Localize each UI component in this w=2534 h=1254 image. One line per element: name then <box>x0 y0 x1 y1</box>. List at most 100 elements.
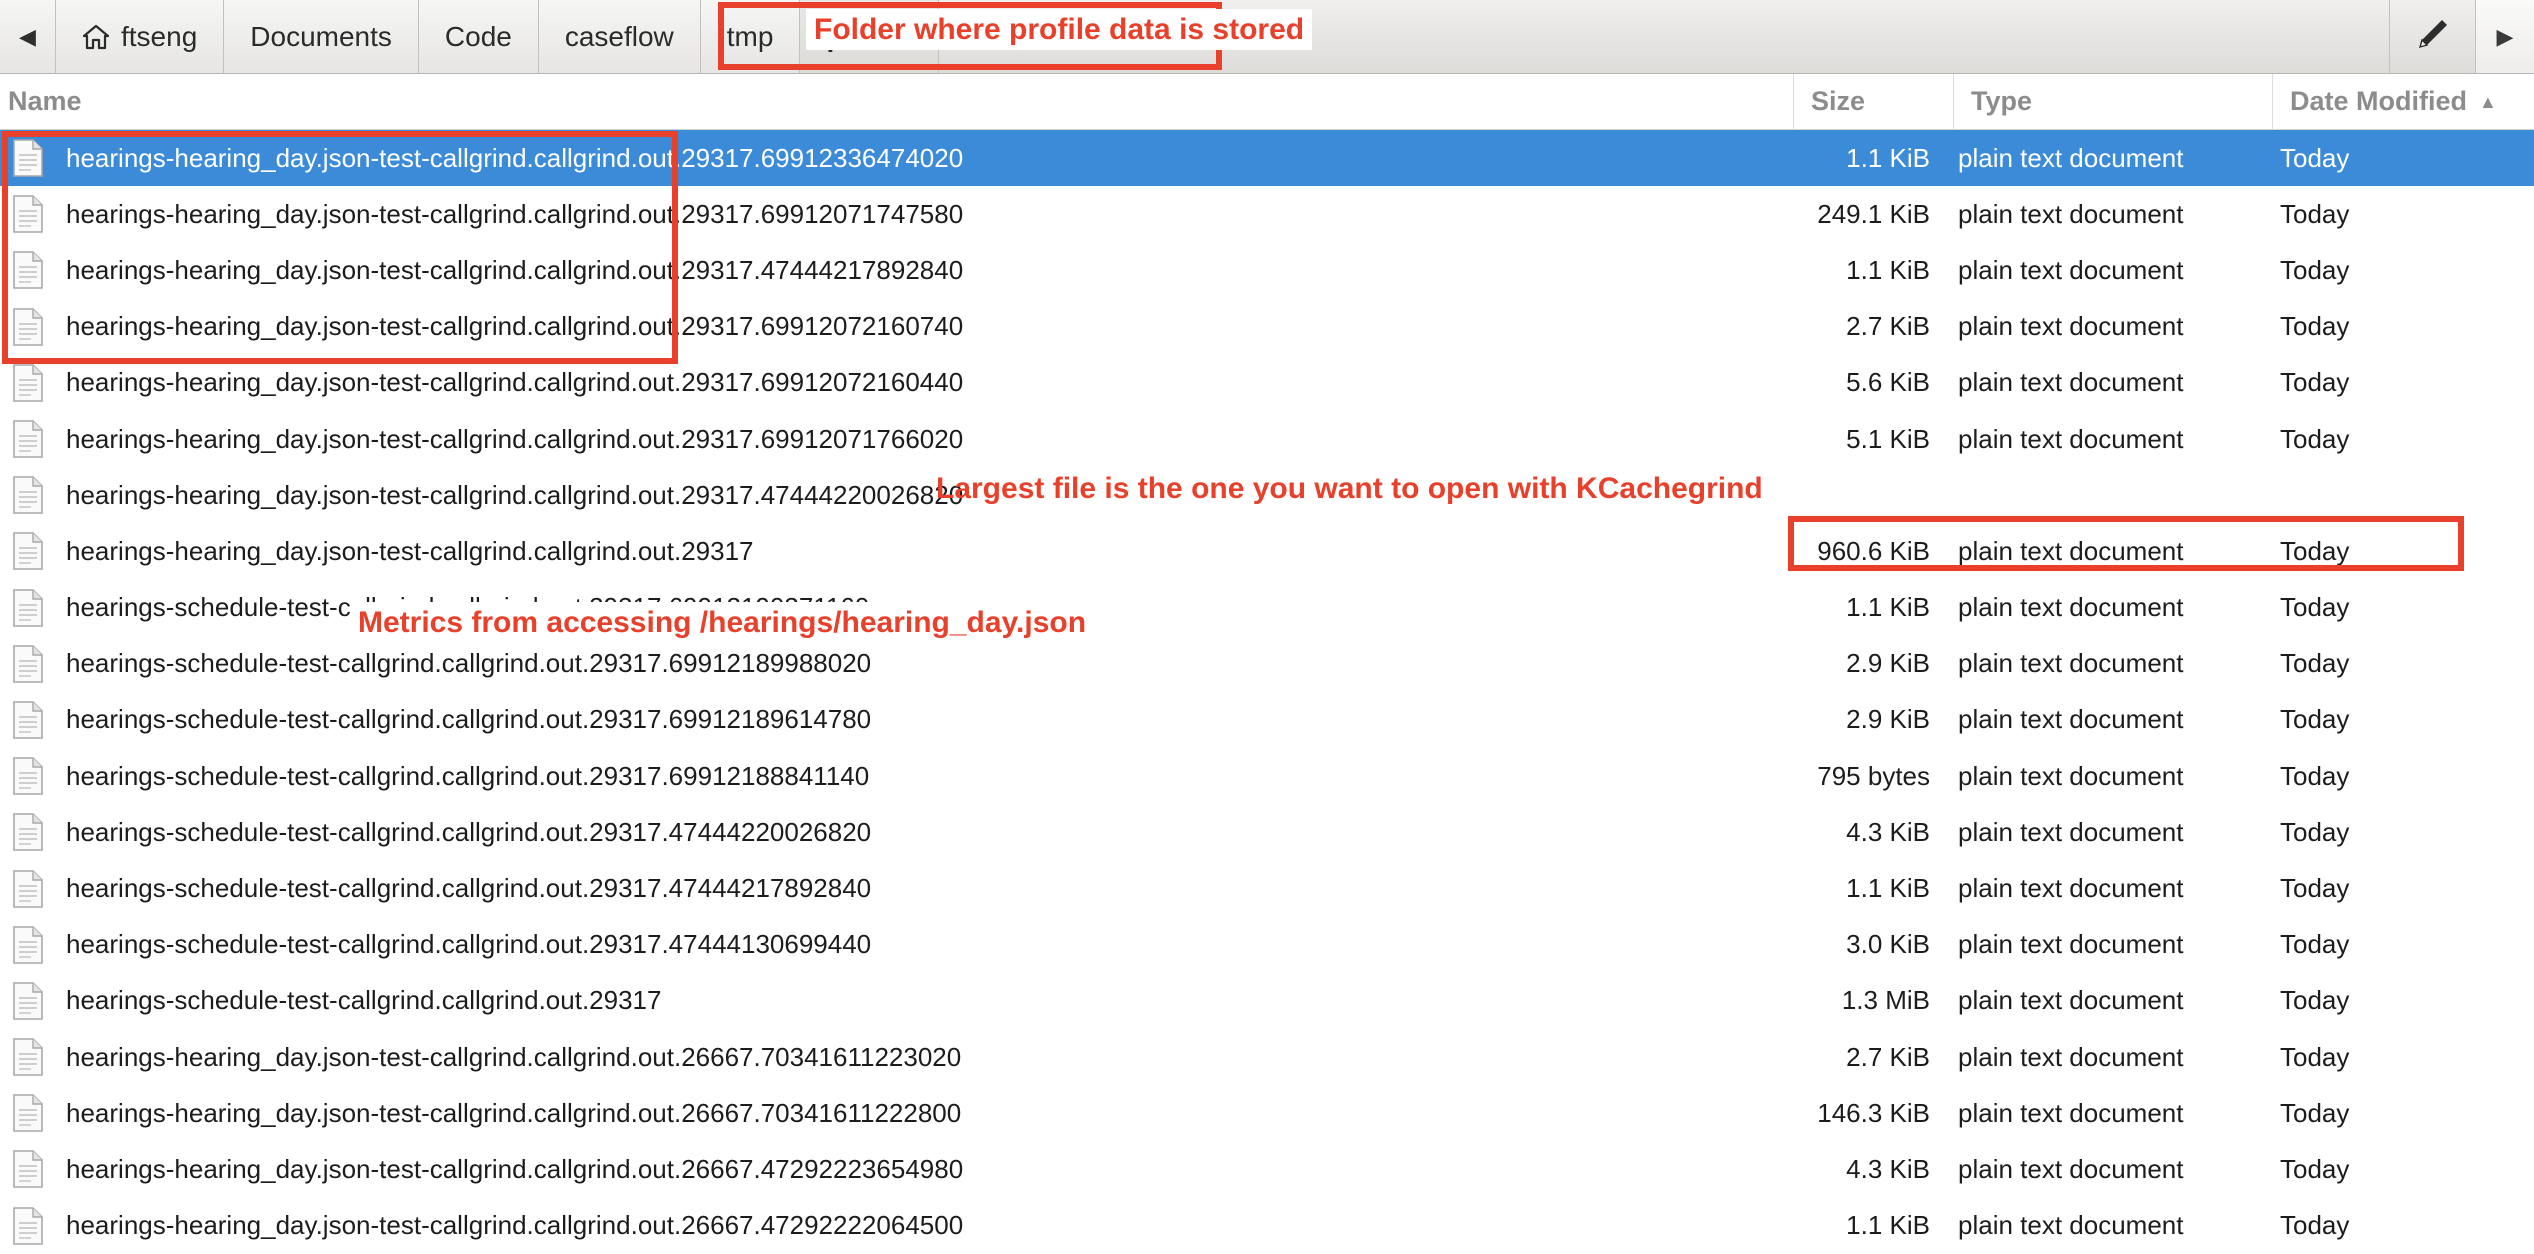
file-size: 146.3 KiB <box>1817 1097 1930 1128</box>
sort-ascending-icon: ▲ <box>2479 91 2497 112</box>
file-date-modified: Today <box>2280 423 2350 454</box>
file-row[interactable]: hearings-schedule-test-callgrind.callgri… <box>0 804 2534 861</box>
file-size: 2.7 KiB <box>1846 311 1930 342</box>
file-date-modified: Today <box>2280 367 2350 398</box>
file-date-modified: Today <box>2280 985 2350 1016</box>
text-file-icon <box>13 869 43 908</box>
file-row[interactable]: hearings-hearing_day.json-test-callgrind… <box>0 1085 2534 1142</box>
file-date-modified: Today <box>2280 1097 2350 1128</box>
breadcrumb-item-caseflow[interactable]: caseflow <box>538 0 701 73</box>
file-type: plain text document <box>1958 760 2184 791</box>
edit-location-button[interactable] <box>2390 0 2476 73</box>
file-type: plain text document <box>1958 704 2184 735</box>
file-size: 2.9 KiB <box>1846 704 1930 735</box>
breadcrumb-label: caseflow <box>564 20 674 52</box>
text-file-icon <box>13 139 43 177</box>
text-file-icon <box>13 251 43 290</box>
annotation-text-path-note: Folder where profile data is stored <box>806 9 1313 50</box>
file-date-modified: Today <box>2280 929 2350 960</box>
file-size: 960.6 KiB <box>1817 535 1930 566</box>
file-type: plain text document <box>1958 254 2184 285</box>
breadcrumb-label: ftseng <box>121 20 198 52</box>
file-row[interactable]: hearings-schedule-test-callgrind.callgri… <box>0 916 2534 973</box>
file-name: hearings-hearing_day.json-test-callgrind… <box>66 1041 962 1072</box>
text-file-icon <box>13 476 43 515</box>
file-name: hearings-hearing_day.json-test-callgrind… <box>66 198 964 229</box>
file-name: hearings-hearing_day.json-test-callgrind… <box>66 535 754 566</box>
file-row[interactable]: hearings-hearing_day.json-test-callgrind… <box>0 410 2534 468</box>
file-name: hearings-hearing_day.json-test-callgrind… <box>66 1210 964 1241</box>
file-type: plain text document <box>1958 648 2184 679</box>
file-date-modified: Today <box>2280 254 2350 285</box>
file-row[interactable]: hearings-hearing_day.json-test-callgrind… <box>0 298 2534 355</box>
file-date-modified: Today <box>2280 1153 2350 1184</box>
file-type: plain text document <box>1958 929 2184 960</box>
file-name: hearings-hearing_day.json-test-callgrind… <box>66 311 964 342</box>
file-size: 1.3 MiB <box>1841 985 1930 1016</box>
breadcrumb-item-documents[interactable]: Documents <box>224 0 419 73</box>
file-type: plain text document <box>1958 1210 2184 1241</box>
back-button[interactable]: ◀ <box>0 0 56 73</box>
text-file-icon <box>13 420 43 458</box>
file-type: plain text document <box>1958 142 2184 173</box>
file-date-modified: Today <box>2280 311 2350 342</box>
text-file-icon <box>13 195 43 234</box>
file-size: 795 bytes <box>1817 760 1930 791</box>
file-row[interactable]: hearings-hearing_day.json-test-callgrind… <box>0 354 2534 411</box>
file-name: hearings-hearing_day.json-test-callgrind… <box>66 423 964 454</box>
file-row[interactable]: hearings-schedule-test-callgrind.callgri… <box>0 635 2534 692</box>
file-name: hearings-hearing_day.json-test-callgrind… <box>66 142 964 173</box>
breadcrumb-item-ftseng[interactable]: ftseng <box>56 0 225 73</box>
file-date-modified: Today <box>2280 816 2350 847</box>
file-name: hearings-schedule-test-callgrind.callgri… <box>66 760 870 791</box>
file-size: 5.1 KiB <box>1846 423 1930 454</box>
file-name: hearings-hearing_day.json-test-callgrind… <box>66 254 964 285</box>
text-file-icon <box>13 757 43 795</box>
breadcrumb-label: Documents <box>250 20 392 52</box>
text-file-icon <box>13 813 43 852</box>
file-type: plain text document <box>1958 198 2184 229</box>
file-row[interactable]: hearings-hearing_day.json-test-callgrind… <box>0 523 2534 580</box>
file-date-modified: Today <box>2280 592 2350 623</box>
file-row[interactable]: hearings-hearing_day.json-test-callgrind… <box>0 1029 2534 1086</box>
file-name: hearings-schedule-test-callgrind.callgri… <box>66 985 662 1016</box>
column-header-size-label: Size <box>1811 86 1866 116</box>
text-file-icon <box>13 588 43 627</box>
file-type: plain text document <box>1958 592 2184 623</box>
file-size: 2.9 KiB <box>1846 648 1930 679</box>
text-file-icon <box>13 532 43 571</box>
file-type: plain text document <box>1958 311 2184 342</box>
text-file-icon <box>13 1206 43 1245</box>
breadcrumb-item-code[interactable]: Code <box>418 0 539 73</box>
file-name: hearings-schedule-test-callgrind.callgri… <box>66 648 872 679</box>
file-name: hearings-hearing_day.json-test-callgrind… <box>66 367 964 398</box>
file-size: 249.1 KiB <box>1817 198 1930 229</box>
file-name: hearings-schedule-test-callgrind.callgri… <box>66 704 872 735</box>
column-header-name[interactable]: Name <box>8 74 82 129</box>
chevron-left-icon: ◀ <box>19 23 36 49</box>
breadcrumb-label: tmp <box>726 20 774 52</box>
text-file-icon <box>13 1094 43 1133</box>
column-header-date-modified[interactable]: Date Modified ▲ <box>2272 74 2497 129</box>
breadcrumb-item-tmp[interactable]: tmp <box>700 0 801 73</box>
file-row[interactable]: hearings-hearing_day.json-test-callgrind… <box>0 1141 2534 1198</box>
file-row[interactable]: hearings-schedule-test-callgrind.callgri… <box>0 748 2534 805</box>
file-type: plain text document <box>1958 535 2184 566</box>
file-row[interactable]: hearings-schedule-test-callgrind.callgri… <box>0 972 2534 1029</box>
file-type: plain text document <box>1958 1097 2184 1128</box>
file-date-modified: Today <box>2280 198 2350 229</box>
forward-button[interactable]: ▶ <box>2476 0 2534 73</box>
file-name: hearings-hearing_day.json-test-callgrind… <box>66 479 964 510</box>
file-row[interactable]: hearings-schedule-test-callgrind.callgri… <box>0 860 2534 917</box>
file-row[interactable]: hearings-schedule-test-callgrind.callgri… <box>0 691 2534 749</box>
pencil-icon <box>2413 14 2453 59</box>
column-header-type[interactable]: Type <box>1953 74 2032 129</box>
file-row[interactable]: hearings-hearing_day.json-test-callgrind… <box>0 130 2534 187</box>
file-size: 3.0 KiB <box>1846 929 1930 960</box>
text-file-icon <box>13 701 43 739</box>
file-row[interactable]: hearings-hearing_day.json-test-callgrind… <box>0 186 2534 243</box>
file-row[interactable]: hearings-hearing_day.json-test-callgrind… <box>0 1197 2534 1254</box>
file-row[interactable]: hearings-hearing_day.json-test-callgrind… <box>0 242 2534 299</box>
column-header-size[interactable]: Size <box>1793 74 1865 129</box>
file-list[interactable]: hearings-hearing_day.json-test-callgrind… <box>0 130 2534 1254</box>
